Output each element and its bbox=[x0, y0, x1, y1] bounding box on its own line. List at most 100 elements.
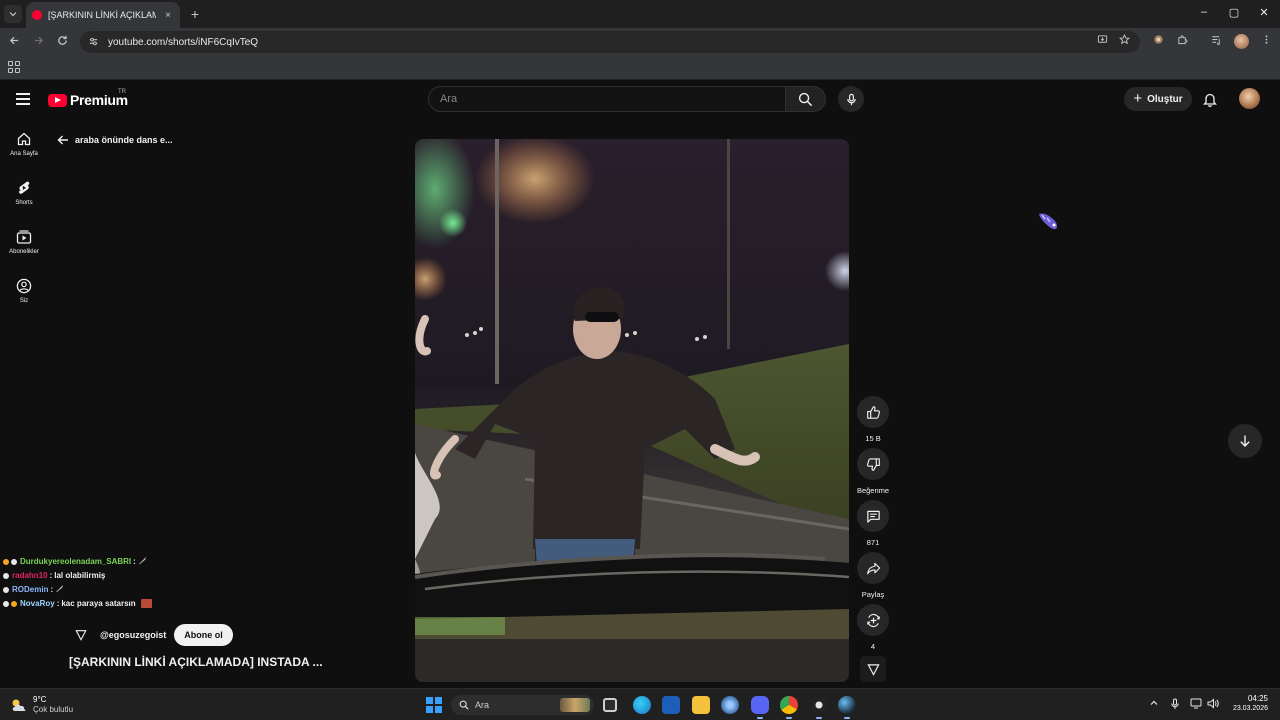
back-button[interactable] bbox=[6, 34, 22, 50]
windows-start-icon[interactable] bbox=[426, 697, 442, 713]
badge-icon bbox=[11, 600, 17, 607]
guide-item-home[interactable]: Ana Sayfa bbox=[0, 131, 48, 157]
chat-separator: : bbox=[133, 557, 136, 566]
youtube-logo[interactable]: Premium bbox=[48, 92, 128, 108]
browser-tab-active[interactable]: [ŞARKININ LİNKİ AÇIKLAMADA] × bbox=[26, 2, 180, 28]
search-icon bbox=[459, 700, 469, 710]
search-input[interactable] bbox=[440, 93, 785, 105]
bookmark-star-icon[interactable] bbox=[1116, 33, 1132, 50]
voice-search-button[interactable] bbox=[838, 86, 864, 112]
comments-button[interactable] bbox=[857, 500, 889, 532]
profile-avatar-small[interactable] bbox=[1234, 34, 1249, 49]
channel-handle[interactable]: @egosuzegoist bbox=[100, 630, 166, 640]
subscribe-button[interactable]: Abone ol bbox=[174, 624, 233, 646]
apps-grid-icon[interactable] bbox=[8, 61, 20, 73]
youtube-play-icon bbox=[48, 93, 67, 107]
guide-item-subscriptions[interactable]: Abonelikler bbox=[0, 229, 48, 255]
badge-icon bbox=[11, 558, 17, 565]
microphone-tray-icon[interactable] bbox=[1170, 698, 1180, 712]
discord-icon[interactable] bbox=[751, 696, 769, 719]
remix-count: 4 bbox=[870, 642, 876, 651]
tab-close-icon[interactable]: × bbox=[162, 10, 174, 21]
sound-triangle-icon bbox=[866, 663, 880, 676]
bell-icon bbox=[1203, 93, 1217, 107]
clock-date: 23.03.2026 bbox=[1232, 705, 1268, 712]
search-button[interactable] bbox=[786, 86, 826, 112]
search-icon bbox=[798, 92, 813, 106]
like-button[interactable] bbox=[857, 396, 889, 428]
extensions-puzzle-icon[interactable] bbox=[1174, 34, 1190, 50]
next-short-button[interactable] bbox=[1228, 424, 1262, 458]
taskbar-clock[interactable]: 04:25 23.03.2026 bbox=[1226, 694, 1268, 714]
guide-item-shorts[interactable]: Shorts bbox=[0, 180, 48, 206]
store-icon[interactable] bbox=[662, 696, 680, 714]
comment-icon bbox=[866, 510, 880, 523]
reload-button[interactable] bbox=[54, 34, 70, 50]
steam-icon[interactable] bbox=[838, 696, 856, 719]
chat-username: RODemin bbox=[12, 585, 49, 594]
desktop-pet-icon bbox=[1036, 210, 1060, 232]
badge-icon bbox=[3, 586, 9, 593]
obs-icon[interactable] bbox=[810, 696, 828, 719]
share-icon bbox=[866, 562, 880, 574]
weather-description: Çok bulutlu bbox=[33, 705, 74, 714]
arrow-left-icon bbox=[57, 135, 68, 145]
plus-icon: + bbox=[1133, 90, 1143, 107]
remix-button[interactable] bbox=[857, 604, 889, 636]
back-to-shorts-button[interactable] bbox=[56, 133, 70, 147]
maximize-button[interactable]: ▢ bbox=[1226, 6, 1242, 19]
media-queue-icon[interactable] bbox=[1208, 34, 1224, 50]
taskbar-search[interactable]: Ara bbox=[451, 695, 594, 715]
channel-row: @egosuzegoist Abone ol bbox=[70, 624, 233, 646]
extension-icon[interactable] bbox=[1150, 34, 1166, 50]
like-count: 15 B bbox=[865, 434, 881, 443]
chrome-menu-icon[interactable] bbox=[1258, 34, 1274, 50]
you-icon bbox=[16, 278, 32, 294]
arrow-right-icon bbox=[34, 36, 43, 45]
youtube-favicon-icon bbox=[32, 10, 42, 20]
site-settings-icon[interactable] bbox=[88, 36, 100, 48]
account-avatar[interactable] bbox=[1239, 88, 1260, 109]
address-bar[interactable]: youtube.com/shorts/iNF6CqIvTeQ bbox=[80, 31, 1140, 53]
badge-icon bbox=[3, 572, 9, 579]
settings-gear-icon[interactable] bbox=[721, 696, 739, 714]
chat-overlay: Durdukyereolenadam_SABRI : radahn10 : la… bbox=[3, 556, 152, 608]
tab-search-button[interactable] bbox=[4, 5, 22, 23]
menu-icon[interactable] bbox=[16, 93, 30, 105]
new-tab-button[interactable]: + bbox=[186, 5, 204, 23]
dislike-button[interactable] bbox=[857, 448, 889, 480]
network-tray-icon[interactable] bbox=[1190, 698, 1202, 711]
browser-tabstrip: [ŞARKININ LİNKİ AÇIKLAMADA] × + – ▢ ✕ bbox=[0, 0, 1280, 28]
short-video-player[interactable] bbox=[415, 139, 849, 682]
forward-button[interactable] bbox=[30, 34, 46, 50]
close-window-button[interactable]: ✕ bbox=[1256, 6, 1272, 19]
edge-browser-icon[interactable] bbox=[633, 696, 651, 714]
dislike-label: Beğenme bbox=[856, 486, 890, 495]
chat-message: NovaRoy : kac paraya satarsın bbox=[3, 599, 152, 608]
minimize-button[interactable]: – bbox=[1196, 6, 1212, 18]
create-button[interactable]: + Oluştur bbox=[1124, 87, 1192, 111]
guide-label-home: Ana Sayfa bbox=[10, 151, 38, 157]
sound-button[interactable] bbox=[860, 656, 886, 682]
channel-logo-icon bbox=[75, 630, 87, 641]
short-caption[interactable]: [ŞARKININ LİNKİ AÇIKLAMADA] INSTADA ... bbox=[69, 655, 323, 669]
guide-label-shorts: Shorts bbox=[15, 200, 33, 206]
chrome-icon[interactable] bbox=[780, 696, 798, 719]
weather-temperature: 9°C bbox=[33, 695, 47, 704]
country-code: TR bbox=[118, 89, 126, 95]
notifications-button[interactable] bbox=[1200, 89, 1220, 109]
tray-expand-icon[interactable] bbox=[1149, 698, 1159, 710]
guide-item-you[interactable]: Siz bbox=[0, 278, 48, 304]
share-button[interactable] bbox=[857, 552, 889, 584]
chat-username: Durdukyereolenadam_SABRI bbox=[20, 557, 132, 566]
task-view-icon[interactable] bbox=[603, 698, 617, 712]
volume-tray-icon[interactable] bbox=[1207, 698, 1219, 711]
channel-avatar[interactable] bbox=[70, 624, 92, 646]
remix-action: 4 bbox=[856, 604, 890, 651]
file-explorer-icon[interactable] bbox=[692, 696, 710, 714]
weather-widget[interactable]: 9°C Çok bulutlu bbox=[10, 695, 73, 715]
search-highlight-image bbox=[560, 698, 590, 712]
install-app-icon[interactable] bbox=[1094, 34, 1110, 50]
badge-icon bbox=[3, 600, 9, 607]
remix-icon bbox=[866, 613, 880, 627]
